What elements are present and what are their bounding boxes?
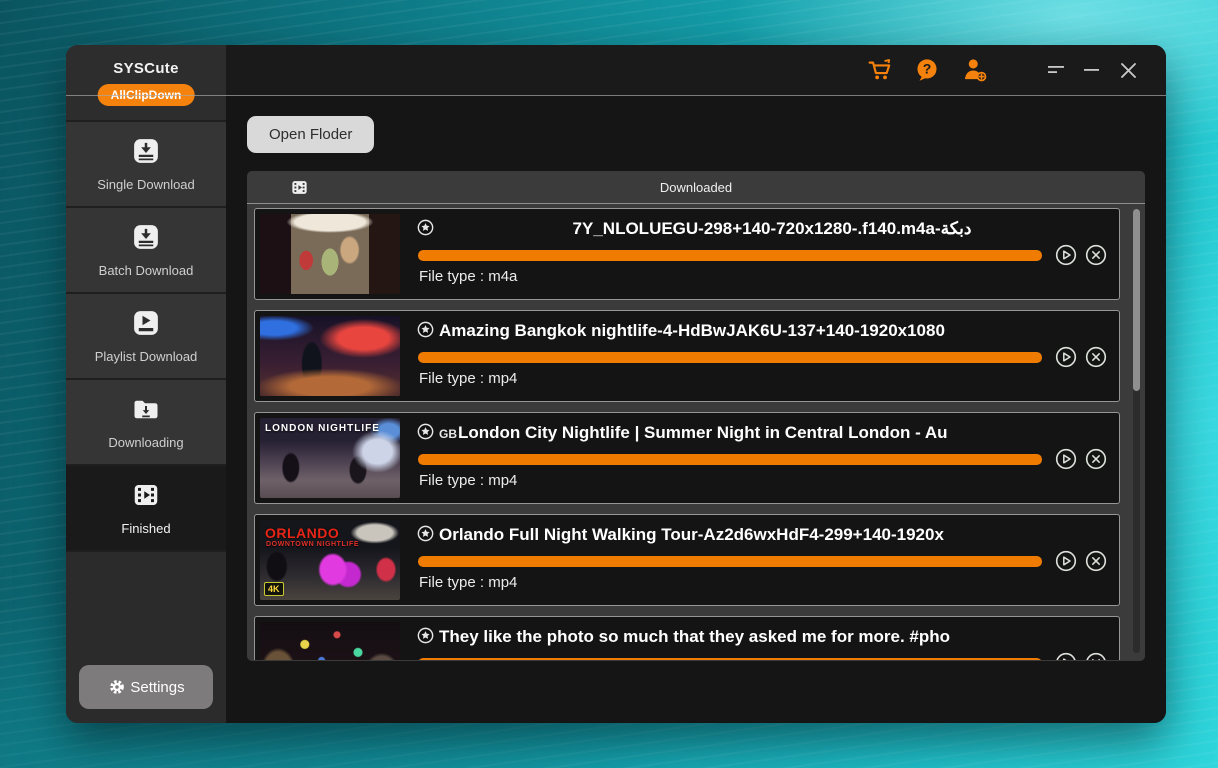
playlist-download-icon — [131, 308, 161, 343]
batch-download-icon — [131, 222, 161, 257]
video-title: GBLondon City Nightlife | Summer Night i… — [439, 420, 1105, 445]
download-item[interactable]: ORLANDODOWNTOWN NIGHTLIFE 4K Orlando Full… — [254, 514, 1120, 606]
file-type-label: File type : m4a — [419, 268, 517, 285]
star-badge-icon — [417, 219, 434, 241]
video-title: Amazing Bangkok nightlife-4-HdBwJAK6U-13… — [439, 318, 1105, 343]
progress-fill — [418, 658, 1042, 660]
download-list-rows: 7Y_NLOLUEGU-298+140-720x1280-.f140.m4a-د… — [247, 204, 1145, 660]
close-icon[interactable] — [1116, 58, 1140, 82]
sidebar-item-playlist-download[interactable]: Playlist Download — [66, 294, 226, 380]
video-thumbnail — [260, 316, 400, 396]
settings-button[interactable]: Settings — [79, 665, 213, 709]
sidebar-item-label: Playlist Download — [95, 349, 198, 364]
sidebar-item-downloading[interactable]: Downloading — [66, 380, 226, 466]
video-thumbnail — [260, 622, 400, 660]
thumbnail-caption: LONDON NIGHTLIFE — [265, 423, 396, 434]
play-button[interactable] — [1055, 550, 1077, 572]
remove-button[interactable] — [1085, 346, 1107, 368]
progress-fill — [418, 556, 1042, 567]
file-type-label: File type : mp4 — [419, 472, 517, 489]
star-badge-icon — [417, 321, 434, 343]
play-button[interactable] — [1055, 448, 1077, 470]
sidebar-item-label: Batch Download — [99, 263, 194, 278]
progress-bar — [418, 454, 1042, 465]
sidebar: SYSCute AllClipDown Single Download Batc… — [66, 45, 226, 723]
remove-button[interactable] — [1085, 244, 1107, 266]
sidebar-item-label: Finished — [121, 521, 170, 536]
add-user-icon[interactable] — [960, 55, 990, 85]
progress-bar — [418, 658, 1042, 660]
play-button[interactable] — [1055, 346, 1077, 368]
play-button[interactable] — [1055, 244, 1077, 266]
sidebar-item-finished[interactable]: Finished — [66, 466, 226, 552]
progress-fill — [418, 352, 1042, 363]
download-item[interactable]: LONDON NIGHTLIFE GBLondon City Nightlife… — [254, 412, 1120, 504]
file-type-label: File type : mp4 — [419, 574, 517, 591]
app-window: SYSCute AllClipDown Single Download Batc… — [66, 45, 1166, 723]
app-title: SYSCute — [66, 45, 226, 77]
scrollbar-thumb[interactable] — [1133, 209, 1140, 391]
progress-bar — [418, 352, 1042, 363]
file-type-label: File type : mp4 — [419, 370, 517, 387]
main-area: ? Open Floder Downloaded — [226, 45, 1166, 723]
download-item[interactable]: 7Y_NLOLUEGU-298+140-720x1280-.f140.m4a-د… — [254, 208, 1120, 300]
brand-badge: AllClipDown — [98, 84, 195, 106]
video-title: They like the photo so much that they as… — [439, 624, 1105, 649]
download-list-header: Downloaded — [247, 171, 1145, 204]
quality-badge: 4K — [264, 582, 284, 596]
finished-icon — [131, 480, 161, 515]
progress-bar — [418, 556, 1042, 567]
help-icon[interactable]: ? — [912, 55, 942, 85]
remove-button[interactable] — [1085, 652, 1107, 660]
menu-icon[interactable] — [1044, 58, 1068, 82]
downloading-icon — [131, 394, 161, 429]
single-download-icon — [131, 136, 161, 171]
cart-icon[interactable] — [864, 55, 894, 85]
topbar: ? — [226, 45, 1166, 95]
download-item[interactable]: They like the photo so much that they as… — [254, 616, 1120, 660]
video-title: Orlando Full Night Walking Tour-Az2d6wxH… — [439, 522, 1105, 547]
country-flag: GB — [439, 427, 457, 441]
settings-button-label: Settings — [130, 679, 184, 696]
list-title: Downloaded — [247, 180, 1145, 195]
video-thumbnail — [260, 214, 400, 294]
sidebar-item-label: Downloading — [108, 435, 183, 450]
gear-icon — [107, 677, 127, 697]
star-badge-icon — [417, 423, 434, 445]
scrollbar-track[interactable] — [1133, 209, 1140, 653]
thumbnail-caption: ORLANDO — [265, 525, 396, 541]
remove-button[interactable] — [1085, 550, 1107, 572]
sidebar-header: SYSCute AllClipDown — [66, 45, 226, 122]
download-item[interactable]: Amazing Bangkok nightlife-4-HdBwJAK6U-13… — [254, 310, 1120, 402]
svg-text:?: ? — [923, 61, 932, 77]
star-badge-icon — [417, 627, 434, 649]
progress-fill — [418, 250, 1042, 261]
video-title: 7Y_NLOLUEGU-298+140-720x1280-.f140.m4a-د… — [439, 216, 1105, 241]
progress-fill — [418, 454, 1042, 465]
remove-button[interactable] — [1085, 448, 1107, 470]
video-thumbnail: ORLANDODOWNTOWN NIGHTLIFE 4K — [260, 520, 400, 600]
sidebar-item-single-download[interactable]: Single Download — [66, 122, 226, 208]
progress-bar — [418, 250, 1042, 261]
film-icon — [290, 178, 309, 202]
play-button[interactable] — [1055, 652, 1077, 660]
sidebar-item-batch-download[interactable]: Batch Download — [66, 208, 226, 294]
star-badge-icon — [417, 525, 434, 547]
video-thumbnail: LONDON NIGHTLIFE — [260, 418, 400, 498]
download-list-panel: Downloaded 7Y_NLOLUEGU-298+140-720x1280-… — [247, 171, 1145, 661]
minimize-icon[interactable] — [1080, 58, 1104, 82]
thumbnail-subcaption: DOWNTOWN NIGHTLIFE — [266, 541, 359, 548]
open-folder-button[interactable]: Open Floder — [247, 116, 374, 153]
sidebar-footer: Settings — [66, 552, 226, 723]
sidebar-item-label: Single Download — [97, 177, 195, 192]
